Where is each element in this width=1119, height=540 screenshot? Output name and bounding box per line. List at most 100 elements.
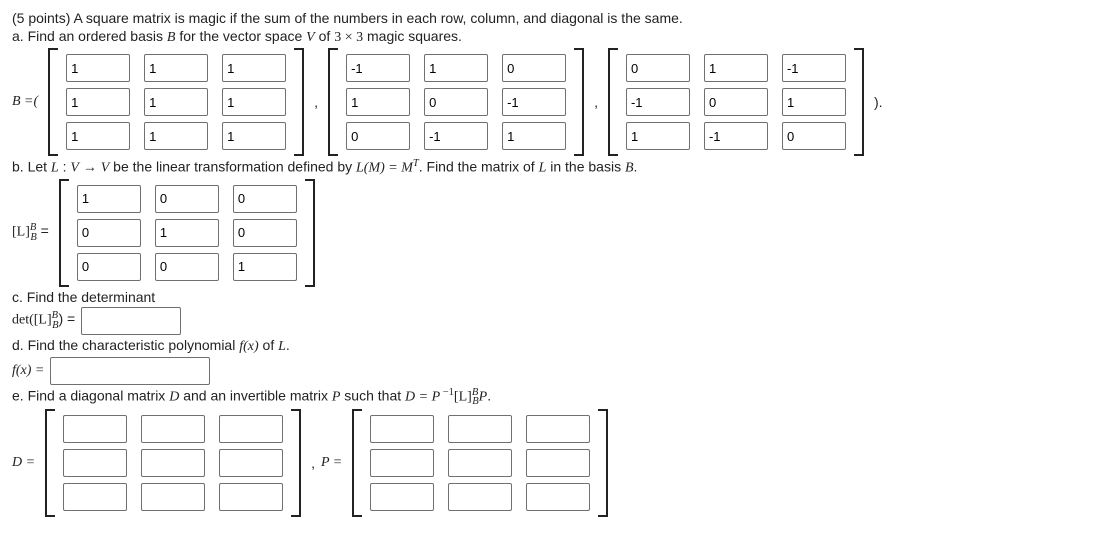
bracket-left-icon xyxy=(328,48,338,156)
b-mid: be the linear transformation defined by xyxy=(109,159,356,175)
B2-cell-2-0[interactable] xyxy=(346,122,410,150)
LBB-row: [L]BB = xyxy=(12,179,1107,287)
b-arrow: → xyxy=(79,159,101,175)
D-cell-2-0[interactable] xyxy=(63,483,127,511)
comma2: , xyxy=(594,94,598,110)
B1-cell-2-0[interactable] xyxy=(66,122,130,150)
part-a-pre: a. Find an ordered basis xyxy=(12,28,167,44)
P-cell-0-1[interactable] xyxy=(448,415,512,443)
b-L: L xyxy=(51,161,59,176)
D-cell-0-2[interactable] xyxy=(219,415,283,443)
DP-row: D = , P = xyxy=(12,409,1107,517)
B1-cell-0-2[interactable] xyxy=(222,54,286,82)
det-eq: ) = xyxy=(59,311,76,327)
B1-cell-1-0[interactable] xyxy=(66,88,130,116)
P-label: P = xyxy=(321,455,342,471)
B2-cell-2-1[interactable] xyxy=(424,122,488,150)
L-cell-1-1[interactable] xyxy=(155,219,219,247)
L-cell-2-2[interactable] xyxy=(233,253,297,281)
LBB-pre: [L] xyxy=(12,225,30,240)
fx-label: f(x) = xyxy=(12,363,44,379)
B1-cell-2-1[interactable] xyxy=(144,122,208,150)
D-cell-1-0[interactable] xyxy=(63,449,127,477)
part-d-text: d. Find the characteristic polynomial f(… xyxy=(12,337,1107,355)
fx-input[interactable] xyxy=(50,357,210,385)
B1-cell-1-1[interactable] xyxy=(144,88,208,116)
B2-cell-1-2[interactable] xyxy=(502,88,566,116)
L-cell-1-0[interactable] xyxy=(77,219,141,247)
b-pre: b. Let xyxy=(12,159,51,175)
B1-cell-0-1[interactable] xyxy=(144,54,208,82)
B3-cell-0-1[interactable] xyxy=(704,54,768,82)
b-LM: L(M) = M xyxy=(356,161,413,176)
L-cell-1-2[interactable] xyxy=(233,219,297,247)
L-cell-0-2[interactable] xyxy=(233,185,297,213)
det-label: det([L]BB) = xyxy=(12,310,75,330)
P-cell-0-2[interactable] xyxy=(526,415,590,443)
P-cell-1-2[interactable] xyxy=(526,449,590,477)
D-cell-1-2[interactable] xyxy=(219,449,283,477)
matrix-B2 xyxy=(328,48,584,156)
B3-cell-0-0[interactable] xyxy=(626,54,690,82)
b-B: B xyxy=(625,161,634,176)
D-cell-1-1[interactable] xyxy=(141,449,205,477)
part-a-magic: magic squares. xyxy=(363,28,462,44)
B2-cell-2-2[interactable] xyxy=(502,122,566,150)
bracket-right-icon xyxy=(598,409,608,517)
b-V2: V xyxy=(101,161,110,176)
P-cell-0-0[interactable] xyxy=(370,415,434,443)
D-label: D = xyxy=(12,455,35,471)
part-b-text: b. Let L : V → V be the linear transform… xyxy=(12,158,1107,177)
bracket-left-icon xyxy=(352,409,362,517)
part-a-of: of xyxy=(315,28,334,44)
B3-cell-2-0[interactable] xyxy=(626,122,690,150)
B3-cell-2-1[interactable] xyxy=(704,122,768,150)
B1-cell-0-0[interactable] xyxy=(66,54,130,82)
d-of: of xyxy=(259,337,278,353)
e-eqpre: D = P xyxy=(405,389,440,404)
L-cell-2-0[interactable] xyxy=(77,253,141,281)
B3-cell-1-0[interactable] xyxy=(626,88,690,116)
B2-cell-1-1[interactable] xyxy=(424,88,488,116)
P-cell-2-1[interactable] xyxy=(448,483,512,511)
e-such: such that xyxy=(340,387,405,403)
L-cell-0-1[interactable] xyxy=(155,185,219,213)
P-cell-2-0[interactable] xyxy=(370,483,434,511)
L-cell-2-1[interactable] xyxy=(155,253,219,281)
L-cell-0-0[interactable] xyxy=(77,185,141,213)
B1-cell-2-2[interactable] xyxy=(222,122,286,150)
basis-row: B =( , , xyxy=(12,48,1107,156)
b-tail: . Find the matrix of xyxy=(419,159,539,175)
B1-cell-1-2[interactable] xyxy=(222,88,286,116)
B2-cell-1-0[interactable] xyxy=(346,88,410,116)
det-input[interactable] xyxy=(81,307,181,335)
d-pre: d. Find the characteristic polynomial xyxy=(12,337,239,353)
bracket-right-icon xyxy=(294,48,304,156)
P-cell-1-1[interactable] xyxy=(448,449,512,477)
d-fx: f(x) xyxy=(239,339,258,354)
bracket-left-icon xyxy=(48,48,58,156)
bracket-right-icon xyxy=(305,179,315,287)
matrix-D xyxy=(45,409,301,517)
D-cell-0-1[interactable] xyxy=(141,415,205,443)
P-cell-1-0[interactable] xyxy=(370,449,434,477)
b-V: V xyxy=(70,161,79,176)
bracket-right-icon xyxy=(854,48,864,156)
B3-cell-1-1[interactable] xyxy=(704,88,768,116)
B2-cell-0-0[interactable] xyxy=(346,54,410,82)
bracket-right-icon xyxy=(291,409,301,517)
LBB-eq: = xyxy=(37,223,49,239)
b-inbasis: in the basis xyxy=(546,159,625,175)
P-cell-2-2[interactable] xyxy=(526,483,590,511)
B3-cell-1-2[interactable] xyxy=(782,88,846,116)
D-cell-2-1[interactable] xyxy=(141,483,205,511)
D-cell-0-0[interactable] xyxy=(63,415,127,443)
bracket-left-icon xyxy=(59,179,69,287)
matrix-B3 xyxy=(608,48,864,156)
B2-cell-0-1[interactable] xyxy=(424,54,488,82)
B3-cell-2-2[interactable] xyxy=(782,122,846,150)
det-row: det([L]BB) = xyxy=(12,307,1107,335)
B3-cell-0-2[interactable] xyxy=(782,54,846,82)
B2-cell-0-2[interactable] xyxy=(502,54,566,82)
D-cell-2-2[interactable] xyxy=(219,483,283,511)
